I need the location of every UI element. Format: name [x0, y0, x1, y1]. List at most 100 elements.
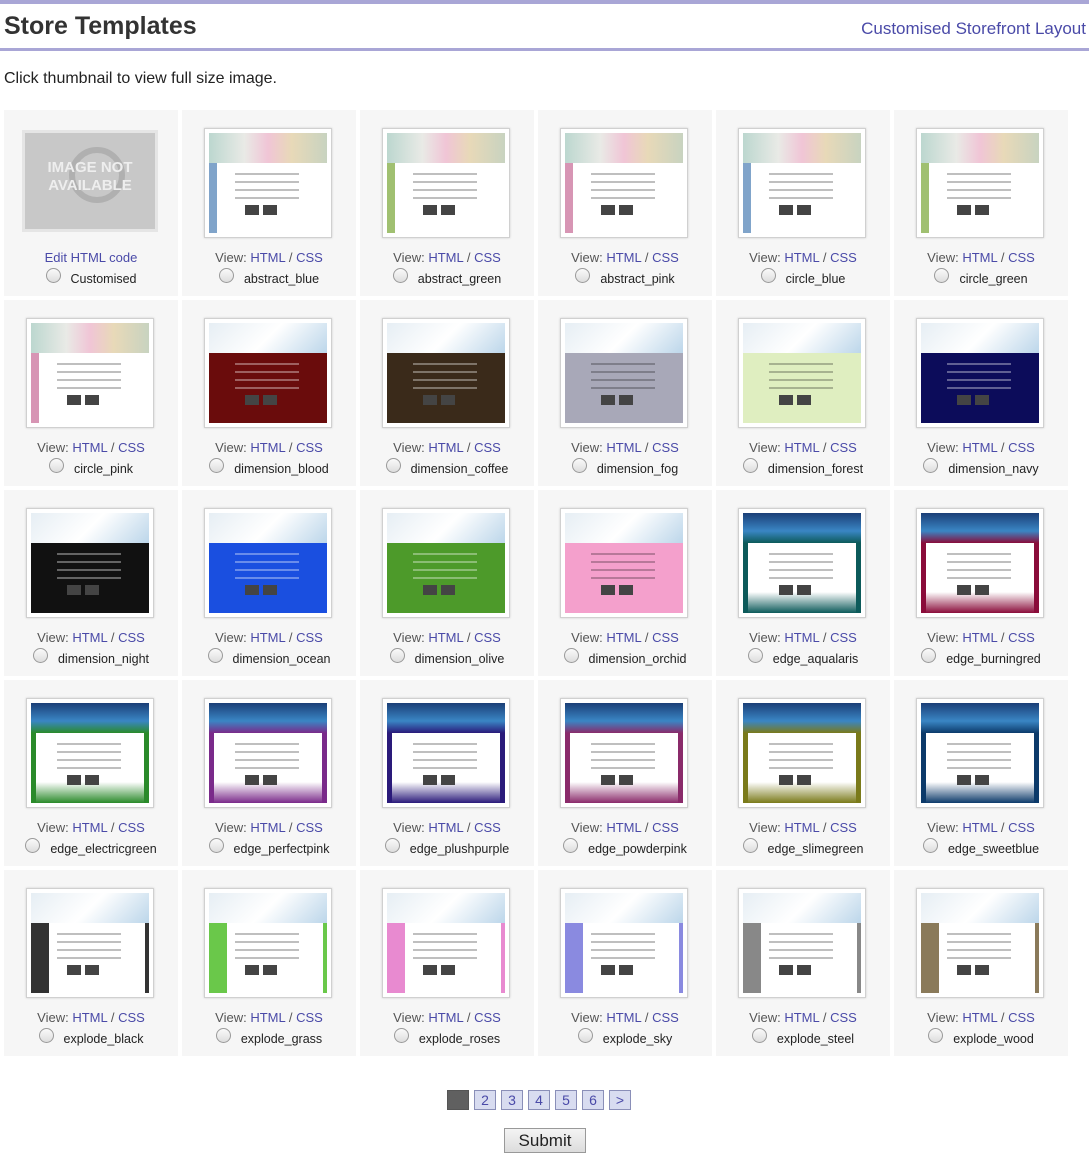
- view-html-link[interactable]: HTML: [962, 630, 997, 645]
- view-css-link[interactable]: CSS: [830, 1010, 857, 1025]
- page-3-button[interactable]: 3: [501, 1090, 523, 1110]
- view-css-link[interactable]: CSS: [830, 440, 857, 455]
- template-radio[interactable]: [218, 268, 234, 284]
- view-html-link[interactable]: HTML: [962, 820, 997, 835]
- view-html-link[interactable]: HTML: [606, 250, 641, 265]
- page-4-button[interactable]: 4: [528, 1090, 550, 1110]
- template-radio[interactable]: [760, 268, 776, 284]
- view-css-link[interactable]: CSS: [296, 250, 323, 265]
- template-radio[interactable]: [384, 838, 400, 854]
- template-radio[interactable]: [934, 268, 950, 284]
- view-css-link[interactable]: CSS: [474, 820, 501, 835]
- template-thumbnail[interactable]: [560, 128, 688, 238]
- view-css-link[interactable]: CSS: [1008, 820, 1035, 835]
- view-html-link[interactable]: HTML: [784, 820, 819, 835]
- view-html-link[interactable]: HTML: [784, 630, 819, 645]
- template-thumbnail[interactable]: [560, 318, 688, 428]
- view-html-link[interactable]: HTML: [784, 1010, 819, 1025]
- view-css-link[interactable]: CSS: [1008, 630, 1035, 645]
- next-page-button[interactable]: >: [609, 1090, 631, 1110]
- view-css-link[interactable]: CSS: [296, 1010, 323, 1025]
- template-thumbnail[interactable]: [560, 698, 688, 808]
- view-html-link[interactable]: HTML: [428, 1010, 463, 1025]
- view-html-link[interactable]: HTML: [250, 1010, 285, 1025]
- view-html-link[interactable]: HTML: [962, 440, 997, 455]
- view-css-link[interactable]: CSS: [118, 630, 145, 645]
- view-html-link[interactable]: HTML: [784, 440, 819, 455]
- view-css-link[interactable]: CSS: [118, 1010, 145, 1025]
- view-css-link[interactable]: CSS: [296, 440, 323, 455]
- view-html-link[interactable]: HTML: [606, 1010, 641, 1025]
- view-html-link[interactable]: HTML: [72, 820, 107, 835]
- template-radio[interactable]: [923, 458, 939, 474]
- view-css-link[interactable]: CSS: [1008, 440, 1035, 455]
- page-5-button[interactable]: 5: [555, 1090, 577, 1110]
- template-thumbnail[interactable]: [382, 698, 510, 808]
- view-html-link[interactable]: HTML: [784, 250, 819, 265]
- view-css-link[interactable]: CSS: [474, 630, 501, 645]
- template-radio[interactable]: [747, 648, 763, 664]
- page-6-button[interactable]: 6: [582, 1090, 604, 1110]
- template-radio[interactable]: [571, 458, 587, 474]
- template-radio[interactable]: [392, 268, 408, 284]
- template-thumbnail[interactable]: [560, 888, 688, 998]
- view-html-link[interactable]: HTML: [428, 440, 463, 455]
- view-css-link[interactable]: CSS: [474, 440, 501, 455]
- view-html-link[interactable]: HTML: [962, 1010, 997, 1025]
- template-radio[interactable]: [48, 458, 64, 474]
- template-radio[interactable]: [207, 648, 223, 664]
- view-css-link[interactable]: CSS: [830, 630, 857, 645]
- template-radio[interactable]: [742, 838, 758, 854]
- view-html-link[interactable]: HTML: [428, 630, 463, 645]
- view-html-link[interactable]: HTML: [962, 250, 997, 265]
- view-html-link[interactable]: HTML: [72, 630, 107, 645]
- view-html-link[interactable]: HTML: [606, 630, 641, 645]
- view-html-link[interactable]: HTML: [72, 440, 107, 455]
- template-thumbnail[interactable]: [382, 128, 510, 238]
- template-thumbnail[interactable]: [916, 698, 1044, 808]
- template-radio[interactable]: [209, 458, 225, 474]
- template-thumbnail[interactable]: [204, 318, 332, 428]
- template-thumbnail[interactable]: [204, 128, 332, 238]
- template-thumbnail[interactable]: [204, 888, 332, 998]
- view-html-link[interactable]: HTML: [250, 250, 285, 265]
- view-css-link[interactable]: CSS: [118, 440, 145, 455]
- template-radio[interactable]: [389, 648, 405, 664]
- template-radio[interactable]: [45, 268, 61, 284]
- template-radio[interactable]: [393, 1028, 409, 1044]
- view-html-link[interactable]: HTML: [72, 1010, 107, 1025]
- template-radio[interactable]: [928, 1028, 944, 1044]
- view-css-link[interactable]: CSS: [652, 820, 679, 835]
- template-thumbnail[interactable]: [26, 888, 154, 998]
- view-css-link[interactable]: CSS: [118, 820, 145, 835]
- template-radio[interactable]: [208, 838, 224, 854]
- view-css-link[interactable]: CSS: [1008, 1010, 1035, 1025]
- template-thumbnail[interactable]: [204, 698, 332, 808]
- view-css-link[interactable]: CSS: [652, 1010, 679, 1025]
- template-thumbnail[interactable]: [382, 888, 510, 998]
- view-html-link[interactable]: HTML: [606, 820, 641, 835]
- view-html-link[interactable]: HTML: [428, 820, 463, 835]
- template-radio[interactable]: [921, 648, 937, 664]
- view-html-link[interactable]: HTML: [250, 630, 285, 645]
- view-css-link[interactable]: CSS: [296, 820, 323, 835]
- page-1-button[interactable]: 1: [447, 1090, 469, 1110]
- image-not-available-thumbnail[interactable]: IMAGE NOT AVAILABLE: [22, 130, 158, 232]
- template-thumbnail[interactable]: [382, 508, 510, 618]
- view-css-link[interactable]: CSS: [1008, 250, 1035, 265]
- view-css-link[interactable]: CSS: [652, 630, 679, 645]
- template-thumbnail[interactable]: [738, 128, 866, 238]
- template-thumbnail[interactable]: [204, 508, 332, 618]
- view-css-link[interactable]: CSS: [474, 250, 501, 265]
- template-radio[interactable]: [215, 1028, 231, 1044]
- view-css-link[interactable]: CSS: [830, 820, 857, 835]
- template-radio[interactable]: [385, 458, 401, 474]
- template-radio[interactable]: [563, 648, 579, 664]
- template-radio[interactable]: [751, 1028, 767, 1044]
- template-thumbnail[interactable]: [916, 128, 1044, 238]
- template-radio[interactable]: [577, 1028, 593, 1044]
- template-thumbnail[interactable]: [26, 318, 154, 428]
- view-html-link[interactable]: HTML: [250, 440, 285, 455]
- view-html-link[interactable]: HTML: [428, 250, 463, 265]
- submit-button[interactable]: Submit: [504, 1128, 586, 1153]
